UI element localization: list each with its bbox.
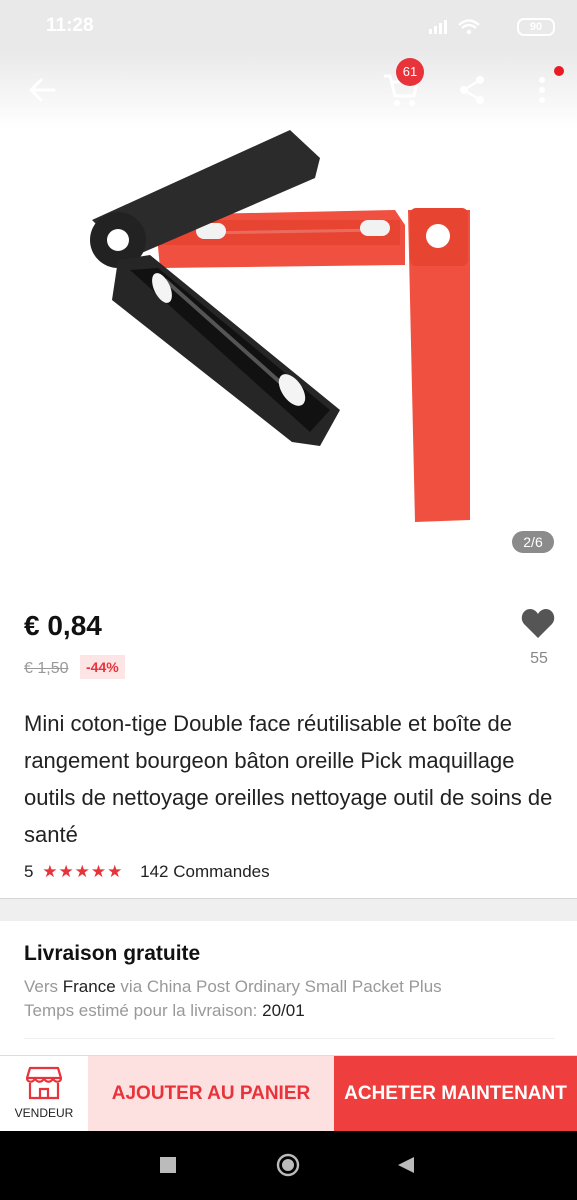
orders-count: 142 Commandes bbox=[140, 862, 270, 881]
status-bar: 11:28 90 bbox=[0, 0, 577, 50]
heart-icon[interactable] bbox=[520, 605, 556, 641]
more-icon[interactable] bbox=[528, 70, 556, 110]
old-price: € 1,50 bbox=[24, 660, 69, 677]
eta-date: 20/01 bbox=[262, 1001, 305, 1020]
image-counter: 2/6 bbox=[512, 531, 554, 553]
top-bar bbox=[0, 50, 577, 130]
product-title: Mini coton-tige Double face réutilisable… bbox=[24, 711, 553, 847]
store-icon bbox=[26, 1066, 62, 1100]
back-arrow-icon[interactable] bbox=[24, 72, 60, 108]
divider bbox=[24, 1038, 554, 1039]
buy-now-button[interactable]: ACHETER MAINTENANT bbox=[334, 1056, 577, 1132]
add-to-cart-button[interactable]: AJOUTER AU PANIER bbox=[88, 1056, 334, 1132]
home-icon[interactable] bbox=[276, 1153, 300, 1177]
eta-label: Temps estimé pour la livraison: bbox=[24, 1001, 258, 1020]
notification-dot bbox=[554, 66, 564, 76]
back-triangle-icon[interactable] bbox=[396, 1155, 416, 1175]
shipping-country: France bbox=[62, 977, 116, 996]
shipping-carrier: via China Post Ordinary Small Packet Plu… bbox=[120, 977, 442, 996]
battery-indicator: 90 bbox=[517, 18, 555, 36]
rating-row[interactable]: 5 ★★★★★ 142 Commandes bbox=[24, 862, 270, 882]
seller-label: VENDEUR bbox=[14, 1106, 74, 1120]
rating-value: 5 bbox=[24, 862, 34, 881]
signal-wifi-icon bbox=[429, 19, 480, 35]
section-divider bbox=[0, 898, 577, 921]
system-nav-bar bbox=[0, 1131, 577, 1200]
favorites-count: 55 bbox=[530, 650, 548, 667]
shipping-to-label: Vers bbox=[24, 977, 59, 996]
action-bar: VENDEUR AJOUTER AU PANIER ACHETER MAINTE… bbox=[0, 1055, 577, 1132]
shipping-route: Vers France via China Post Ordinary Smal… bbox=[24, 977, 442, 997]
product-image[interactable] bbox=[0, 130, 577, 575]
seller-button[interactable]: VENDEUR bbox=[0, 1056, 88, 1132]
discount-badge: -44% bbox=[80, 655, 125, 679]
share-icon[interactable] bbox=[454, 72, 490, 108]
shipping-eta: Temps estimé pour la livraison: 20/01 bbox=[24, 1001, 305, 1021]
cart-count-badge: 61 bbox=[396, 58, 424, 86]
shipping-title[interactable]: Livraison gratuite bbox=[24, 942, 200, 966]
status-time: 11:28 bbox=[46, 15, 94, 36]
recents-icon[interactable] bbox=[160, 1157, 176, 1173]
price: € 0,84 bbox=[24, 610, 102, 641]
star-icons: ★★★★★ bbox=[42, 862, 124, 881]
